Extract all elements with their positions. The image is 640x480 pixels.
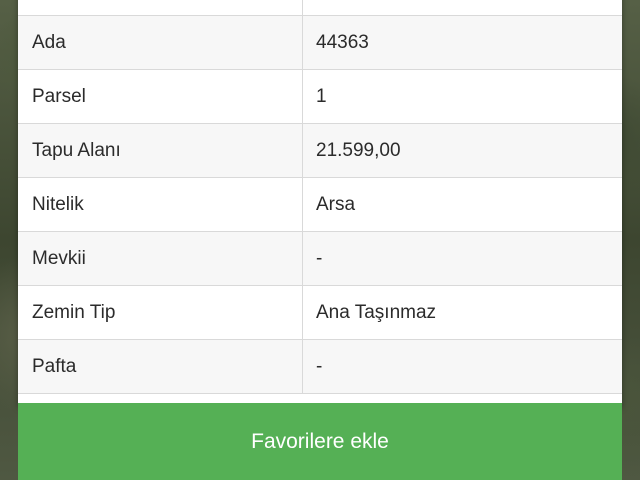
row-value: - <box>316 355 323 377</box>
row-value: Arsa <box>316 193 356 215</box>
row-label: Pafta <box>18 340 303 393</box>
row-value: 1 <box>316 85 327 107</box>
table-row <box>18 0 622 16</box>
row-label <box>18 0 303 15</box>
row-value <box>303 0 622 15</box>
parcel-info-table: Ada 44363 Parsel 1 Tapu Alanı 21.599,00 … <box>18 0 622 408</box>
row-value: Ana Taşınmaz <box>316 301 437 323</box>
add-to-favorites-button[interactable]: Favorilere ekle <box>18 403 622 480</box>
row-value: 21.599,00 <box>316 139 401 161</box>
row-label: Tapu Alanı <box>18 124 303 177</box>
row-label: Ada <box>18 16 303 69</box>
table-row-parsel: Parsel 1 <box>18 70 622 124</box>
row-value: 44363 <box>316 31 369 53</box>
table-row-zemin-tip: Zemin Tip Ana Taşınmaz <box>18 286 622 340</box>
row-value: - <box>316 247 323 269</box>
row-label: Zemin Tip <box>18 286 303 339</box>
table-row-pafta: Pafta - <box>18 340 622 394</box>
table-row-tapu-alani: Tapu Alanı 21.599,00 <box>18 124 622 178</box>
row-label: Mevkii <box>18 232 303 285</box>
table-row-nitelik: Nitelik Arsa <box>18 178 622 232</box>
row-label: Nitelik <box>18 178 303 231</box>
row-label: Parsel <box>18 70 303 123</box>
table-row-ada: Ada 44363 <box>18 16 622 70</box>
table-row-mevkii: Mevkii - <box>18 232 622 286</box>
